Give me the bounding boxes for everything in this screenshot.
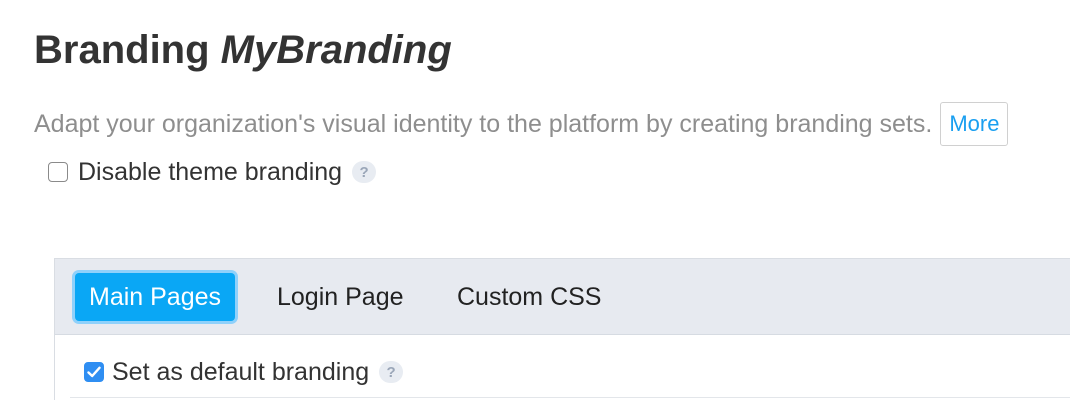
more-button[interactable]: More — [940, 102, 1009, 146]
intro-row: Adapt your organization's visual identit… — [34, 102, 1009, 146]
default-branding-label[interactable]: Set as default branding — [112, 356, 369, 388]
tab-custom-css[interactable]: Custom CSS — [457, 273, 601, 321]
default-branding-checkbox[interactable] — [84, 362, 104, 382]
intro-description: Adapt your organization's visual identit… — [34, 110, 933, 138]
section-divider — [70, 397, 1070, 398]
tab-main-pages[interactable]: Main Pages — [75, 273, 236, 321]
disable-theme-label[interactable]: Disable theme branding — [78, 156, 342, 188]
branding-page: Branding MyBranding Adapt your organizat… — [0, 0, 1070, 400]
tab-bar: Main Pages Login Page Custom CSS — [55, 259, 1070, 335]
help-icon[interactable]: ? — [352, 161, 377, 183]
default-branding-row: Set as default branding ? — [84, 356, 404, 388]
checkmark-icon — [87, 366, 101, 378]
branding-set-name: MyBranding — [220, 28, 452, 72]
disable-theme-row: Disable theme branding ? — [48, 156, 377, 188]
disable-theme-checkbox[interactable] — [48, 162, 68, 182]
tab-login-page[interactable]: Login Page — [277, 273, 404, 321]
page-title-prefix: Branding — [34, 28, 210, 72]
help-icon[interactable]: ? — [379, 361, 404, 383]
page-title: Branding MyBranding — [34, 26, 452, 74]
